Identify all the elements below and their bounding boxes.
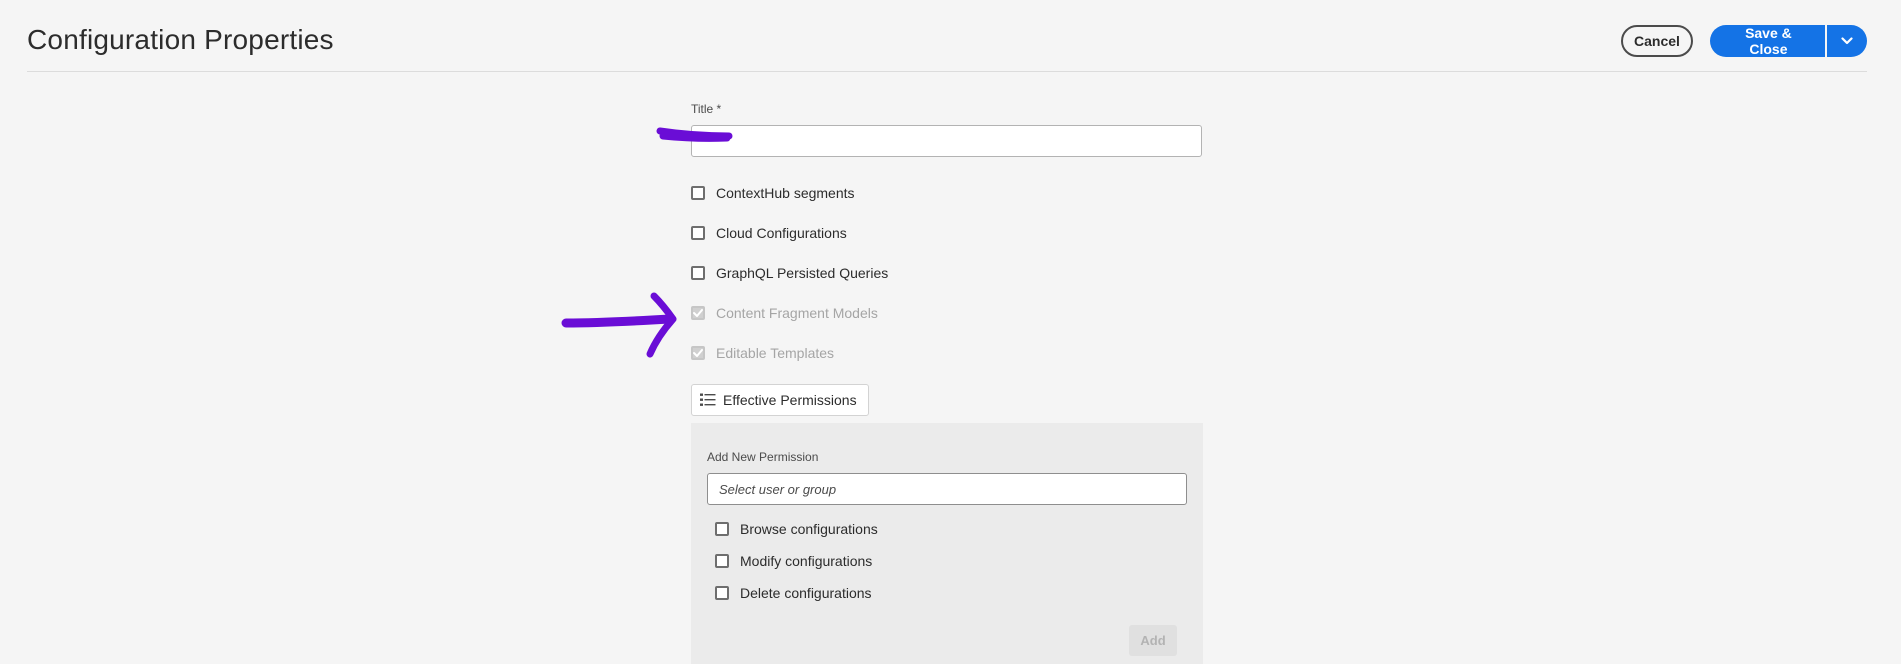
save-button-group: Save & Close: [1710, 25, 1867, 57]
checkbox[interactable]: [715, 554, 729, 568]
checkbox[interactable]: [691, 226, 705, 240]
annotation-arrow: [561, 292, 677, 358]
option-row[interactable]: Cloud Configurations: [691, 223, 847, 243]
option-row: Content Fragment Models: [691, 303, 878, 323]
checkbox-checked: [691, 346, 705, 360]
configuration-properties-page: Configuration Properties Cancel Save & C…: [0, 0, 1901, 664]
checkbox[interactable]: [715, 522, 729, 536]
page-header: Configuration Properties Cancel Save & C…: [27, 0, 1867, 72]
option-label: GraphQL Persisted Queries: [716, 265, 889, 281]
effective-permissions-label: Effective Permissions: [723, 392, 857, 408]
permission-option-row[interactable]: Browse configurations: [715, 519, 878, 539]
add-permission-button[interactable]: Add: [1129, 625, 1177, 656]
user-group-input[interactable]: [707, 473, 1187, 505]
checkbox[interactable]: [691, 186, 705, 200]
cancel-button[interactable]: Cancel: [1621, 25, 1693, 57]
option-row[interactable]: ContextHub segments: [691, 183, 855, 203]
add-permission-panel: Add New Permission Browse configurations…: [691, 423, 1203, 664]
checkbox[interactable]: [715, 586, 729, 600]
title-field-label: Title *: [691, 102, 722, 116]
save-and-close-button[interactable]: Save & Close: [1710, 25, 1825, 57]
permission-option-row[interactable]: Delete configurations: [715, 583, 872, 603]
permission-option-label: Browse configurations: [740, 521, 878, 537]
option-label: ContextHub segments: [716, 185, 855, 201]
title-input[interactable]: [691, 125, 1202, 157]
checkmark-icon: [693, 309, 703, 317]
option-row: Editable Templates: [691, 343, 834, 363]
permission-option-row[interactable]: Modify configurations: [715, 551, 872, 571]
permission-option-label: Modify configurations: [740, 553, 873, 569]
checkmark-icon: [693, 349, 703, 357]
save-options-dropdown-button[interactable]: [1824, 25, 1867, 57]
chevron-down-icon: [1841, 37, 1853, 45]
page-title: Configuration Properties: [27, 24, 334, 55]
option-label: Content Fragment Models: [716, 305, 878, 321]
list-icon: [700, 393, 716, 406]
effective-permissions-button[interactable]: Effective Permissions: [691, 384, 869, 416]
permission-option-label: Delete configurations: [740, 585, 872, 601]
add-permission-label: Add New Permission: [707, 450, 819, 464]
option-row[interactable]: GraphQL Persisted Queries: [691, 263, 888, 283]
checkbox[interactable]: [691, 266, 705, 280]
option-label: Editable Templates: [716, 345, 835, 361]
checkbox-checked: [691, 306, 705, 320]
option-label: Cloud Configurations: [716, 225, 847, 241]
